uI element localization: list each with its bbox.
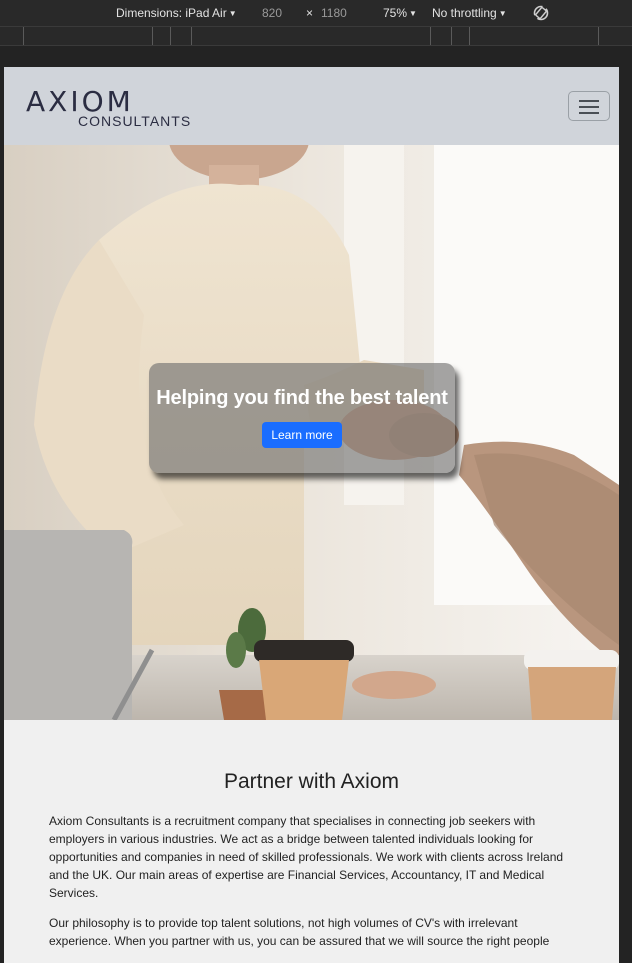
caret-down-icon: ▼ <box>498 9 507 18</box>
about-paragraph-2: Our philosophy is to provide top talent … <box>49 916 550 948</box>
device-toolbar: Dimensions: iPad Air ▼ 820 × 1180 75% ▼ No… <box>0 0 632 26</box>
navbar: AXIOM CONSULTANTS <box>4 67 619 145</box>
about-paragraph-1: Axiom Consultants is a recruitment compa… <box>49 814 564 900</box>
learn-more-button[interactable]: Learn more <box>262 422 342 448</box>
dimensions-dropdown[interactable]: Dimensions: iPad Air ▼ <box>116 6 237 20</box>
throttling-dropdown[interactable]: No throttling ▼ <box>432 6 507 20</box>
caret-down-icon: ▼ <box>228 9 237 18</box>
throttling-label: No throttling <box>432 6 497 20</box>
device-viewport: AXIOM CONSULTANTS Helping you find the b… <box>4 67 619 963</box>
about-section: Partner with Axiom Axiom Consultants is … <box>4 720 619 963</box>
hamburger-icon-line <box>579 106 599 108</box>
menu-toggle-button[interactable] <box>568 91 610 121</box>
hero-title: Helping you find the best talent <box>156 387 448 409</box>
hero-section: Helping you find the best talent Learn m… <box>4 145 619 720</box>
hero-callout: Helping you find the best talent Learn m… <box>149 363 455 473</box>
logo-subtitle: CONSULTANTS <box>78 113 192 129</box>
dimensions-label: Dimensions: iPad Air <box>116 6 227 20</box>
brand-logo[interactable]: AXIOM CONSULTANTS <box>26 85 206 131</box>
rotate-icon[interactable] <box>532 4 550 22</box>
media-query-ruler <box>0 26 632 46</box>
height-input[interactable]: 1180 <box>321 6 347 20</box>
hamburger-icon-line <box>579 112 599 114</box>
zoom-label: 75% <box>383 6 408 20</box>
times-separator: × <box>306 6 314 20</box>
width-input[interactable]: 820 <box>262 6 282 20</box>
hamburger-icon <box>579 100 599 102</box>
zoom-dropdown[interactable]: 75% ▼ <box>383 6 417 20</box>
section-heading: Partner with Axiom <box>223 770 400 793</box>
caret-down-icon: ▼ <box>409 9 417 18</box>
